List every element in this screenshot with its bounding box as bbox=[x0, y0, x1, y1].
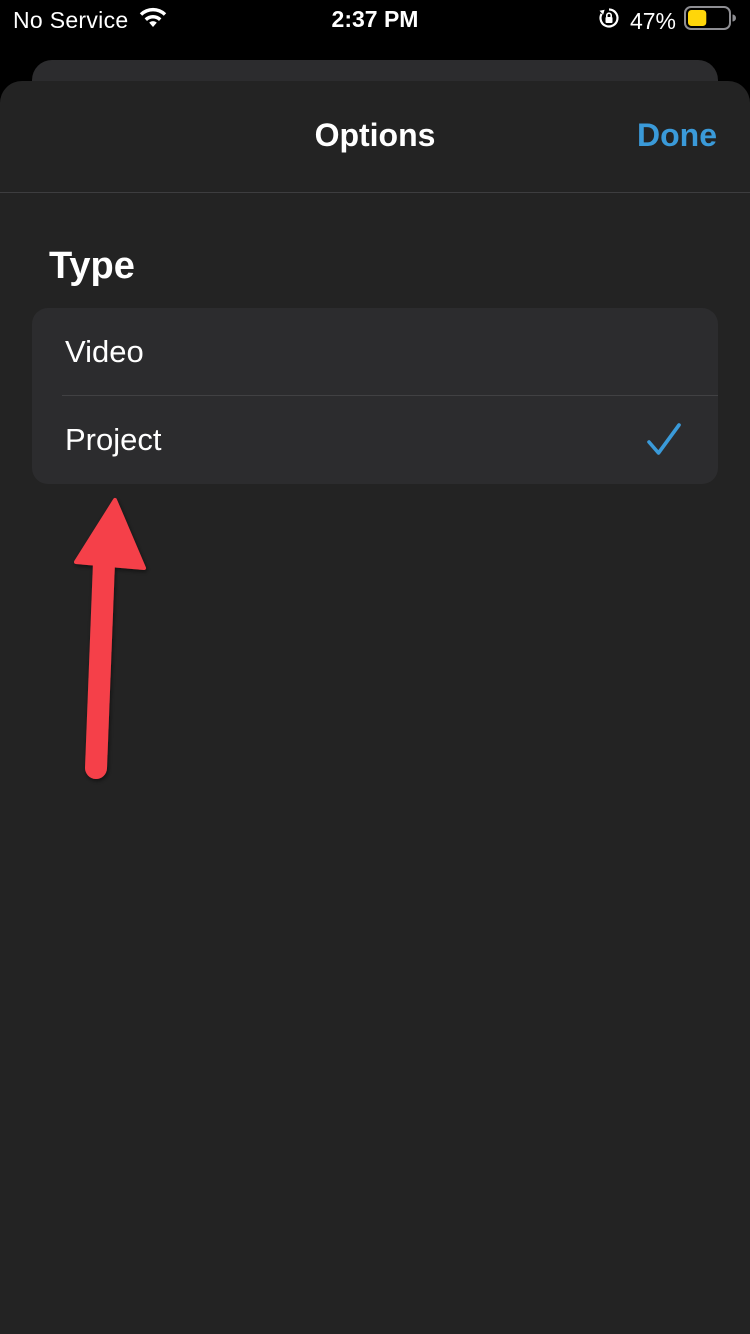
status-bar: No Service 2:37 PM 47% bbox=[0, 0, 750, 40]
done-button[interactable]: Done bbox=[637, 117, 717, 154]
battery-icon bbox=[684, 6, 736, 36]
battery-percent: 47% bbox=[629, 7, 676, 34]
option-video-row[interactable]: Video bbox=[32, 308, 718, 396]
status-right: 47% bbox=[598, 6, 736, 36]
lock-rotation-icon bbox=[598, 7, 620, 35]
checkmark-icon bbox=[646, 422, 682, 458]
type-options-list: Video Project bbox=[32, 308, 718, 484]
navigation-bar: Options Done bbox=[0, 81, 750, 193]
option-label: Video bbox=[65, 334, 144, 369]
section-title-type: Type bbox=[49, 245, 135, 287]
option-project-row[interactable]: Project bbox=[32, 396, 718, 483]
red-arrow-icon bbox=[60, 490, 170, 790]
option-label: Project bbox=[65, 422, 162, 457]
